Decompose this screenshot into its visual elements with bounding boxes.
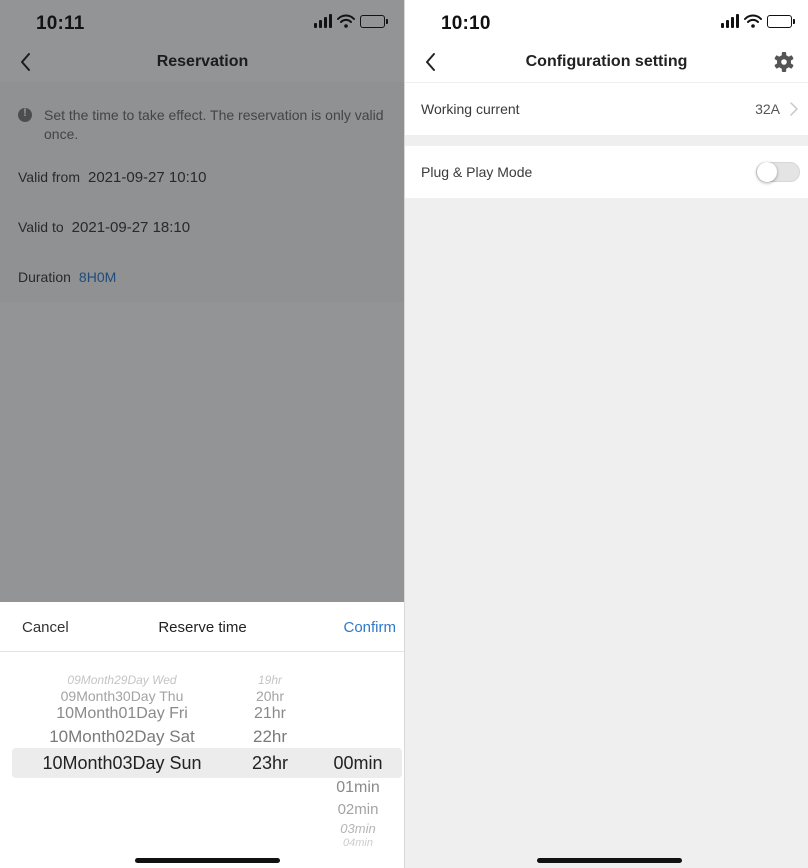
confirm-button[interactable]: Confirm bbox=[343, 619, 396, 636]
chevron-right-icon bbox=[790, 102, 798, 116]
wifi-icon bbox=[744, 14, 762, 28]
configuration-screen: 10:10 Configuration setting Working curr… bbox=[405, 0, 808, 868]
minute-option[interactable]: 02min bbox=[316, 801, 400, 818]
toggle-knob bbox=[757, 162, 777, 182]
working-current-row[interactable]: Working current 32A bbox=[405, 83, 808, 135]
nav-bar: Configuration setting bbox=[405, 44, 808, 82]
minute-option[interactable]: 03min bbox=[316, 821, 400, 836]
gear-icon[interactable] bbox=[772, 50, 796, 74]
reservation-screen: 10:11 Reservation Set the time to take e… bbox=[0, 0, 405, 868]
working-current-label: Working current bbox=[421, 101, 520, 117]
battery-icon bbox=[767, 14, 795, 28]
date-option-selected[interactable]: 10Month03Day Sun bbox=[12, 753, 232, 774]
page-title: Configuration setting bbox=[525, 53, 688, 70]
plug-play-toggle[interactable] bbox=[756, 162, 800, 182]
plug-play-label: Plug & Play Mode bbox=[421, 164, 533, 180]
header-area: 10:10 Configuration setting bbox=[405, 0, 808, 82]
picker-header: Cancel Reserve time Confirm bbox=[0, 602, 405, 652]
working-current-value: 32A bbox=[755, 101, 780, 117]
hour-option[interactable]: 22hr bbox=[240, 727, 300, 747]
hour-option-selected[interactable]: 23hr bbox=[240, 753, 300, 774]
hour-option[interactable]: 19hr bbox=[240, 673, 300, 687]
hour-option[interactable]: 20hr bbox=[240, 688, 300, 704]
signal-icon bbox=[721, 14, 739, 28]
status-icons bbox=[721, 14, 795, 28]
minute-option-selected[interactable]: 00min bbox=[316, 753, 400, 774]
status-time: 10:10 bbox=[441, 13, 491, 34]
minute-option[interactable]: 04min bbox=[316, 837, 400, 849]
date-option[interactable]: 10Month02Day Sat bbox=[12, 727, 232, 747]
reserve-time-picker: Cancel Reserve time Confirm 09Month29Day… bbox=[0, 602, 405, 868]
home-indicator[interactable] bbox=[537, 858, 682, 863]
home-indicator[interactable] bbox=[135, 858, 280, 863]
date-option[interactable]: 09Month29Day Wed bbox=[12, 673, 232, 687]
dim-overlay[interactable] bbox=[0, 0, 405, 602]
status-bar: 10:10 bbox=[405, 0, 808, 44]
date-option[interactable]: 09Month30Day Thu bbox=[12, 688, 232, 704]
date-option[interactable]: 10Month01Day Fri bbox=[12, 705, 232, 723]
plug-play-row: Plug & Play Mode bbox=[405, 146, 808, 198]
minute-option[interactable]: 01min bbox=[316, 779, 400, 797]
hour-option[interactable]: 21hr bbox=[240, 705, 300, 723]
